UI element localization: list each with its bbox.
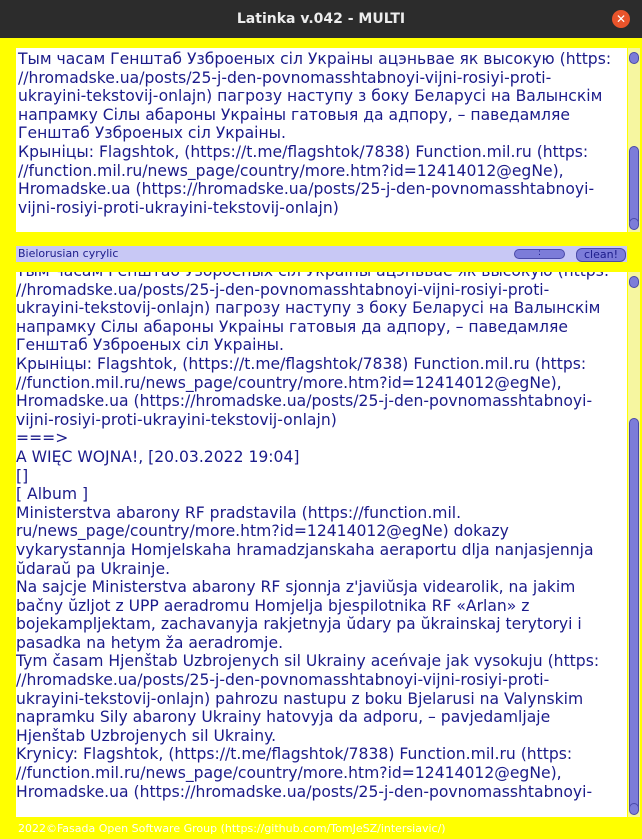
text-line: pasadka na hetym ža aeradromje. xyxy=(16,633,284,652)
footer-credit: 2022©Fasada Open Software Group (https:/… xyxy=(18,822,446,835)
text-line: [] xyxy=(16,466,29,485)
close-icon[interactable]: ✕ xyxy=(612,10,630,28)
text-line: Hromadske.ua (https://hromadske.ua/posts… xyxy=(18,180,595,199)
text-line: Крыніцы: Flagshtok, (https://t.me/flagsh… xyxy=(16,354,587,373)
window-title: Latinka v.042 - MULTI xyxy=(236,11,406,27)
text-line: //function.mil.ru/news_page/country/more… xyxy=(16,373,562,392)
input-scroll-down[interactable] xyxy=(629,218,639,230)
output-scrollbar[interactable] xyxy=(628,272,640,817)
text-line: [ Album ] xyxy=(16,485,89,504)
output-scroll-up[interactable] xyxy=(629,276,639,288)
clean-button[interactable]: clean! xyxy=(576,248,626,262)
text-line: Крыніцы: Flagshtok, (https://t.me/flagsh… xyxy=(18,142,589,161)
control-strip: Bielorusian cyrylic : xyxy=(16,246,627,262)
text-line: Hromadske.ua (https://hromadske.ua/posts… xyxy=(16,782,593,801)
text-line: vykarystannja Homjelskaha hramadzjanskah… xyxy=(16,540,594,559)
text-line: ukrayini-tekstovij-onlajn) пагрозу насту… xyxy=(16,299,601,318)
text-line: Na sajcje Ministerstva abarony RF sjonnj… xyxy=(16,578,576,597)
window-titlebar: Latinka v.042 - MULTI ✕ xyxy=(0,0,642,38)
text-line: bojekampljektam, zachavanyja rakjetnyja … xyxy=(16,615,582,634)
text-line: ukrayini-tekstovij-onlajn) пагрозу насту… xyxy=(18,87,603,106)
mode-label[interactable]: Bielorusian cyrylic xyxy=(18,247,118,260)
text-line: Генштаб Узброеных сіл Украіны. xyxy=(18,124,286,143)
text-line: Hromadske.ua (https://hromadske.ua/posts… xyxy=(16,392,593,411)
text-line: //hromadske.ua/posts/25-j-den-povnomassh… xyxy=(16,671,550,690)
text-line: Генштаб Узброеных сіл Украіны. xyxy=(16,336,284,355)
text-line: ===> xyxy=(16,429,69,448)
text-line: vijni-rosiyi-proti-ukrayini-tekstovij-on… xyxy=(18,198,339,217)
text-line: ukrayini-tekstovij-onlajn) pahrozu nastu… xyxy=(16,689,584,708)
text-line: //function.mil.ru/news_page/country/more… xyxy=(16,764,562,783)
output-text-area[interactable]: Тым часам Генштаб Узброеных сіл Украіны … xyxy=(16,272,627,817)
text-line: napramku Sily abarony Ukrainy hatovyja d… xyxy=(16,708,551,727)
output-scroll-down[interactable] xyxy=(629,803,639,815)
text-line: Тым часам Генштаб Узброеных сіл Украіны … xyxy=(16,272,627,281)
text-line: Tym časam Hjenštab Uzbrojenych sil Ukrai… xyxy=(16,652,600,671)
text-line: //hromadske.ua/posts/25-j-den-povnomassh… xyxy=(16,280,550,299)
text-line: ru/news_page/country/more.htm?id=1241401… xyxy=(16,522,509,541)
text-line: //function.mil.ru/news_page/country/more… xyxy=(18,161,564,180)
input-scroll-up[interactable] xyxy=(629,52,639,64)
output-scroll-thumb[interactable] xyxy=(629,418,639,814)
text-line: ŭdaraŭ pa Ukrainje. xyxy=(16,559,171,578)
text-line: Hjenštab Uzbrojenych sil Ukrainy. xyxy=(16,726,277,745)
text-line: напрамку Сілы абароны Украіны гатовыя да… xyxy=(16,317,568,336)
input-scrollbar[interactable] xyxy=(628,48,640,232)
text-line: //hromadske.ua/posts/25-j-den-povnomassh… xyxy=(18,68,552,87)
text-line: Ministerstva abarony RF pradstavila (htt… xyxy=(16,503,462,522)
text-line: Тым часам Генштаб Узброеных сіл Украіны … xyxy=(18,50,612,68)
text-line: vijni-rosiyi-proti-ukrayini-tekstovij-on… xyxy=(16,410,337,429)
text-line: A WIĘC WOJNA!, [20.03.2022 19:04] xyxy=(16,447,300,466)
input-scroll-thumb[interactable] xyxy=(629,146,639,226)
text-line: Krynicy: Flagshtok, (https://t.me/flagsh… xyxy=(16,745,573,764)
text-line: bačny ŭzljot z UPP aeradromu Homjelja bj… xyxy=(16,596,530,615)
input-text-area[interactable]: Тым часам Генштаб Узброеных сіл Украіны … xyxy=(16,48,627,232)
separator-button[interactable]: : xyxy=(514,249,565,259)
text-line: напрамку Сілы абароны Украіны гатовыя да… xyxy=(18,105,570,124)
